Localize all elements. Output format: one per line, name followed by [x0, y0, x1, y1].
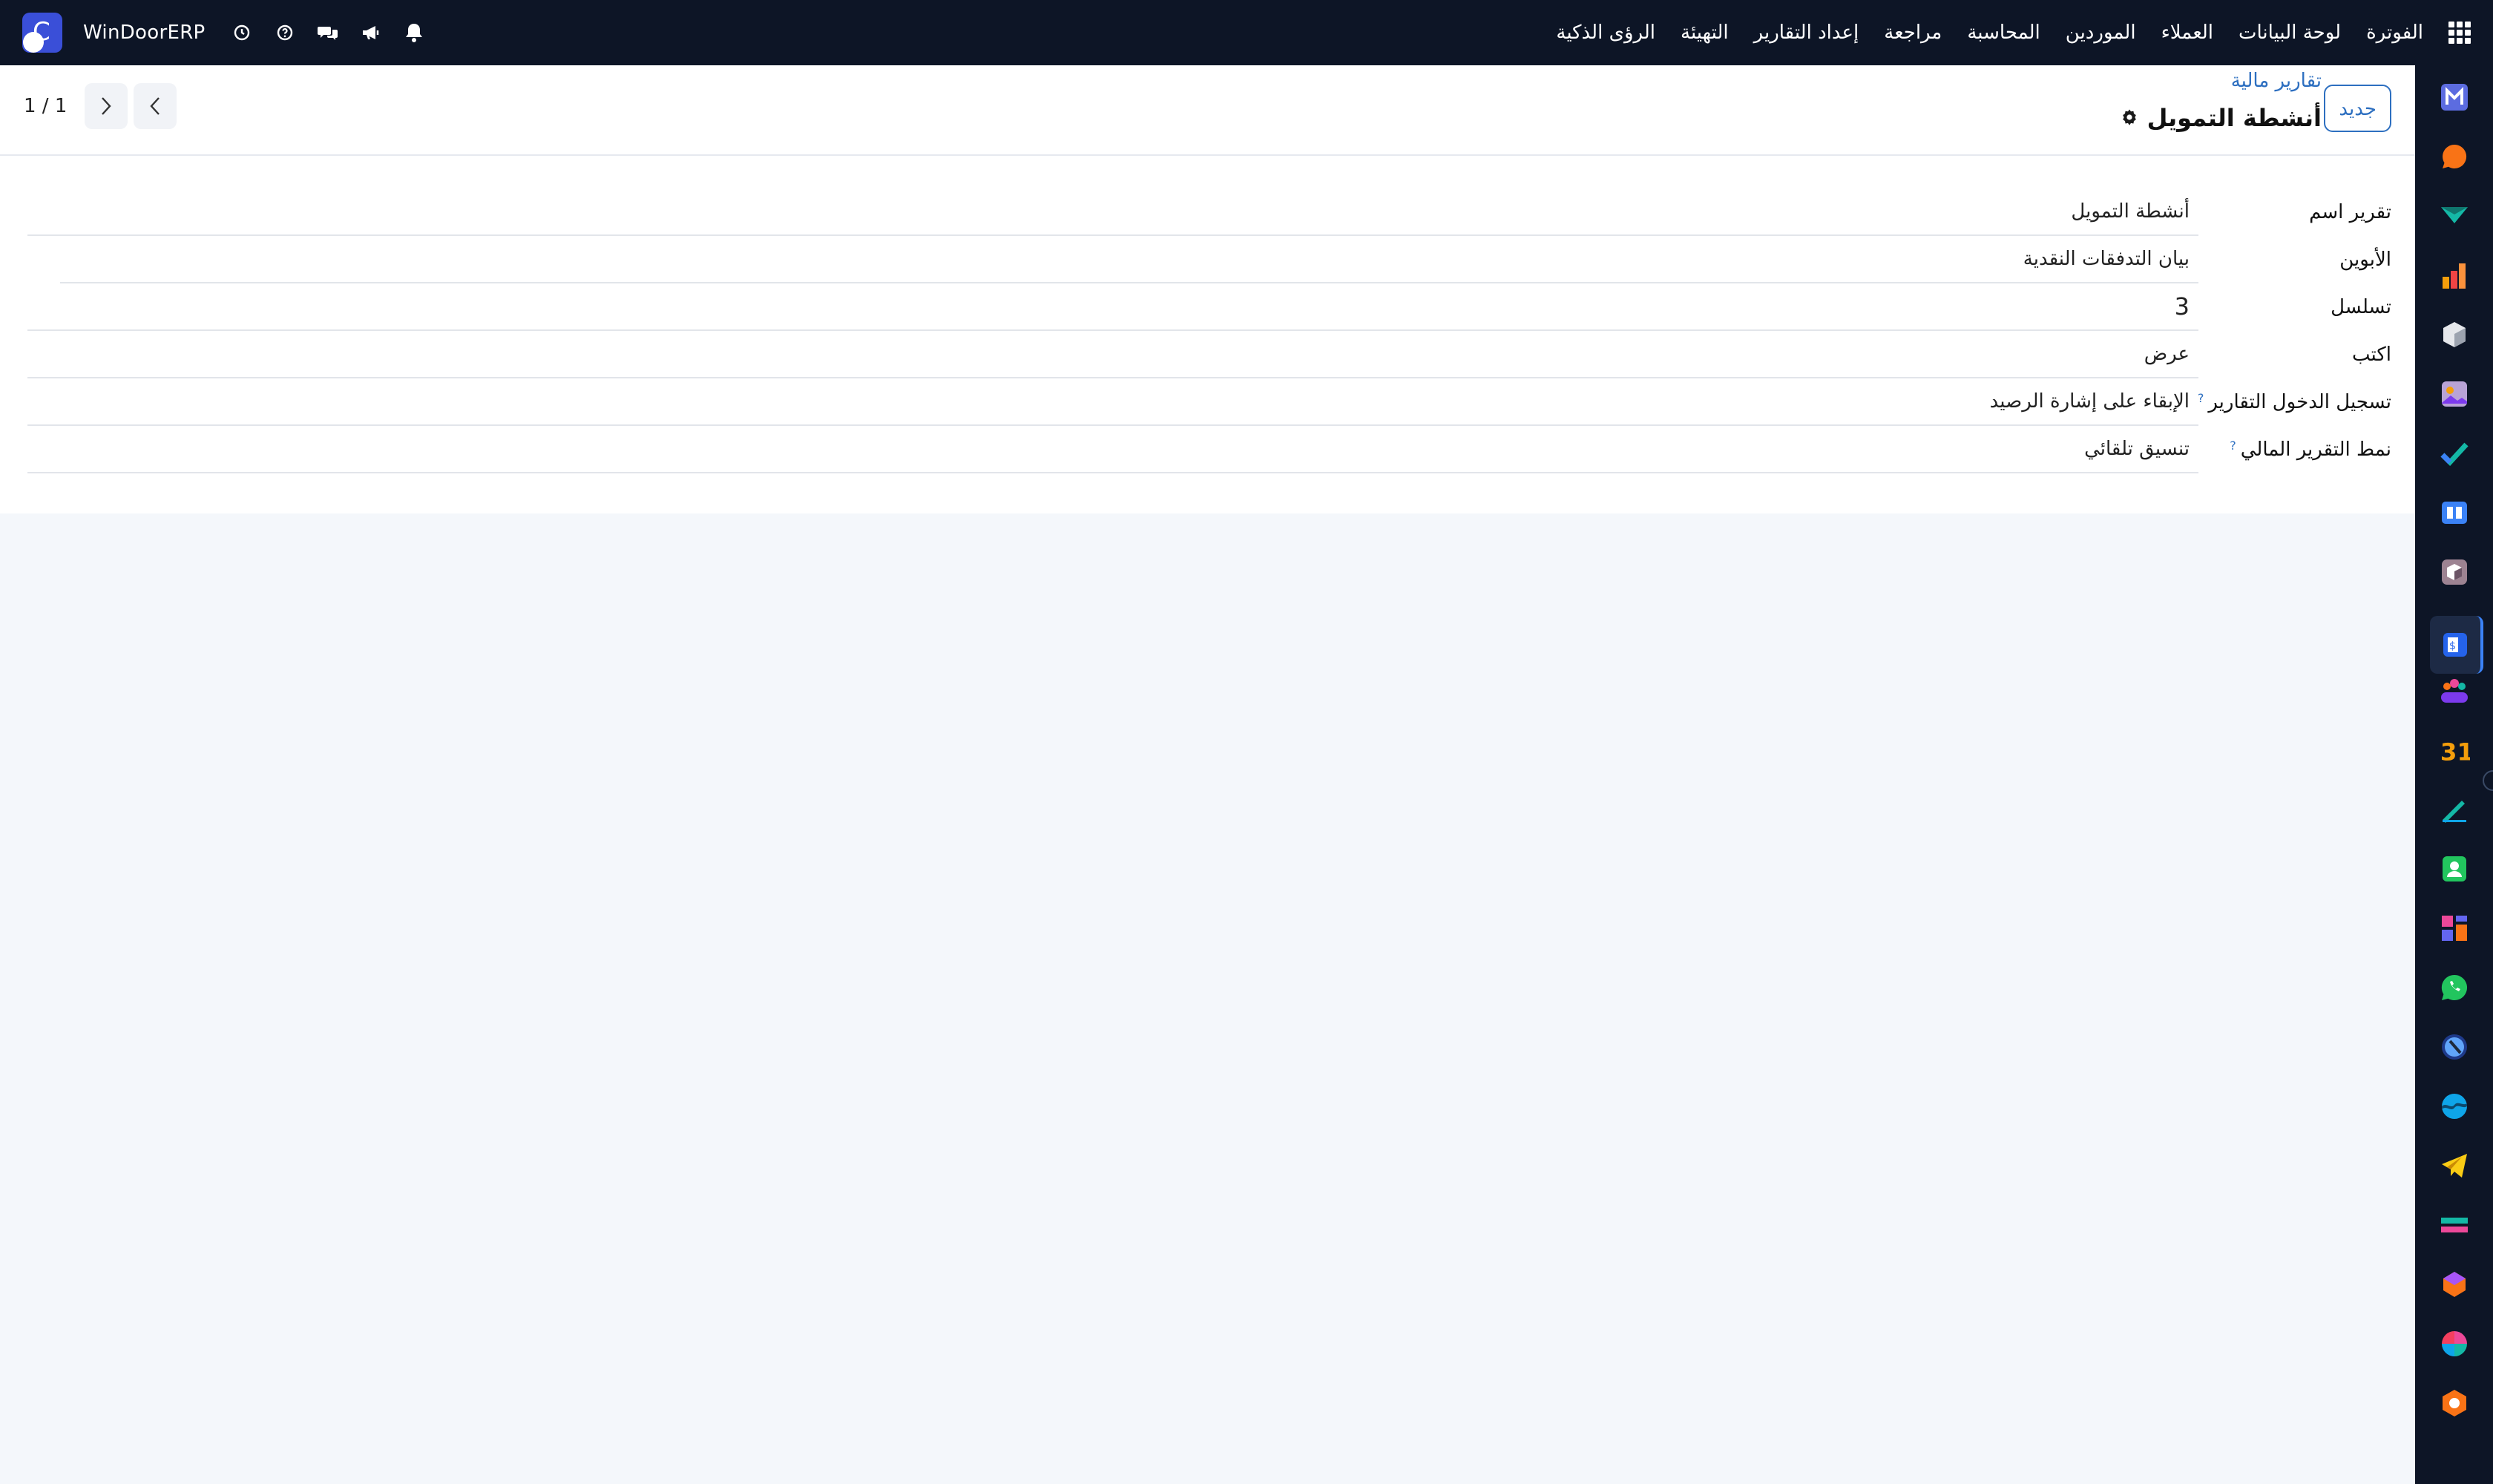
chat-bubble-icon[interactable] [2439, 141, 2470, 172]
help-icon[interactable] [274, 22, 296, 44]
field-label-text: نمط التقرير المالي [2240, 439, 2391, 461]
field-report-sign: تسجيل الدخول التقارير? الإبقاء على إشارة… [27, 378, 2391, 426]
field-report-name: تقرير اسم أنشطة التمويل [27, 188, 2391, 236]
main-menu: الفوترة لوحة البيانات العملاء الموردين ا… [1556, 0, 2471, 65]
record-title-text: أنشطة التمويل [2147, 104, 2322, 132]
bar-chart-icon[interactable] [2439, 260, 2470, 291]
field-financial-report-style: نمط التقرير المالي? تنسيق تلقائي [27, 426, 2391, 473]
clock-icon[interactable] [231, 22, 253, 44]
field-label: تقرير اسم [2309, 201, 2391, 223]
invoicing-icon[interactable]: $ [2430, 616, 2483, 674]
hexagon-icon[interactable] [2439, 1388, 2470, 1419]
contacts-icon[interactable] [2439, 853, 2470, 884]
breadcrumb-financial-reports[interactable]: تقارير مالية [2231, 70, 2322, 92]
calendar-icon[interactable]: 31 [2439, 735, 2470, 766]
field-label: تسلسل [2331, 296, 2391, 318]
ocean-icon[interactable] [2439, 1091, 2470, 1122]
gear-icon[interactable] [2121, 104, 2138, 132]
pager-counter[interactable]: 1 / 1 [24, 95, 67, 117]
m-app-icon[interactable] [2439, 82, 2470, 113]
gem-icon[interactable] [2439, 1269, 2470, 1300]
book-icon[interactable] [2439, 497, 2470, 528]
field-sequence: تسلسل 3 [27, 283, 2391, 331]
team-icon[interactable] [2439, 675, 2470, 706]
stripe-icon[interactable] [2439, 1209, 2470, 1241]
brand-name: WinDoorERP [83, 22, 206, 44]
record-pager: 1 / 1 [24, 82, 177, 131]
new-record-button[interactable]: جديد [2324, 85, 2391, 132]
menu-accounting[interactable]: المحاسبة [1967, 22, 2040, 44]
calendar-day-text: 31 [2440, 738, 2470, 765]
menu-configuration[interactable]: التهيئة [1681, 22, 1729, 44]
whatsapp-icon[interactable] [2439, 972, 2470, 1003]
mail-check-icon[interactable] [2439, 200, 2470, 232]
photo-icon[interactable] [2439, 378, 2470, 410]
menu-review[interactable]: مراجعة [1884, 22, 1942, 44]
help-tooltip-icon[interactable]: ? [2230, 439, 2236, 453]
control-panel: جديد تقارير مالية أنشطة التمويل 1 / 1 [0, 65, 2415, 156]
report-sign-select[interactable]: الإبقاء على إشارة الرصيد [27, 378, 2198, 426]
cube-icon[interactable] [2439, 319, 2470, 350]
sign-icon[interactable] [2439, 794, 2470, 825]
field-label: اكتب [2352, 344, 2391, 366]
pager-next-button[interactable] [85, 83, 128, 129]
notification-bell-icon[interactable] [403, 22, 425, 44]
field-label: الأبوين [2339, 249, 2391, 271]
report-name-input[interactable]: أنشطة التمويل [27, 188, 2198, 236]
field-label: تسجيل الدخول التقارير? [2198, 391, 2391, 413]
package-icon[interactable] [2439, 556, 2470, 588]
form-sheet: تقرير اسم أنشطة التمويل الأبوين بيان الت… [0, 156, 2415, 513]
field-parent: الأبوين بيان التدفقات النقدية [60, 236, 2391, 283]
company-logo[interactable]: C [22, 13, 62, 53]
pager-previous-button[interactable] [134, 83, 177, 129]
apps-sidebar: $ 31 [2415, 65, 2493, 1484]
menu-vendors[interactable]: الموردين [2066, 22, 2136, 44]
compass-icon[interactable] [2439, 1031, 2470, 1063]
checkmark-icon[interactable] [2439, 438, 2470, 469]
report-style-select[interactable]: تنسيق تلقائي [27, 426, 2198, 473]
pie-chart-icon[interactable] [2439, 1328, 2470, 1359]
parent-select[interactable]: بيان التدفقات النقدية [60, 236, 2198, 283]
sidebar-collapse-handle[interactable] [2483, 770, 2493, 791]
dashboard-icon[interactable] [2439, 913, 2470, 944]
sequence-input[interactable]: 3 [27, 283, 2198, 331]
record-title: أنشطة التمويل [2121, 104, 2322, 132]
menu-smart-insights[interactable]: الرؤى الذكية [1556, 22, 1655, 44]
field-label: نمط التقرير المالي? [2213, 439, 2391, 461]
apps-grid-icon[interactable] [2448, 22, 2471, 44]
menu-customers[interactable]: العملاء [2161, 22, 2213, 44]
type-select[interactable]: عرض [27, 331, 2198, 378]
menu-dashboard[interactable]: لوحة البيانات [2239, 22, 2341, 44]
menu-reporting[interactable]: إعداد التقارير [1754, 22, 1859, 44]
announcement-icon[interactable] [360, 22, 382, 44]
field-type: اكتب عرض [27, 331, 2391, 378]
menu-invoicing[interactable]: الفوترة [2366, 22, 2423, 44]
top-navbar: C WinDoorERP الفوترة لوحة البيانات العمل… [0, 0, 2493, 65]
field-label-text: تسجيل الدخول التقارير [2208, 391, 2391, 413]
svg-text:$: $ [2449, 640, 2456, 652]
discuss-icon[interactable] [317, 22, 339, 44]
navbar-left-group: C WinDoorERP [22, 0, 425, 65]
telegram-icon[interactable] [2439, 1150, 2470, 1181]
help-tooltip-icon[interactable]: ? [2198, 391, 2204, 405]
